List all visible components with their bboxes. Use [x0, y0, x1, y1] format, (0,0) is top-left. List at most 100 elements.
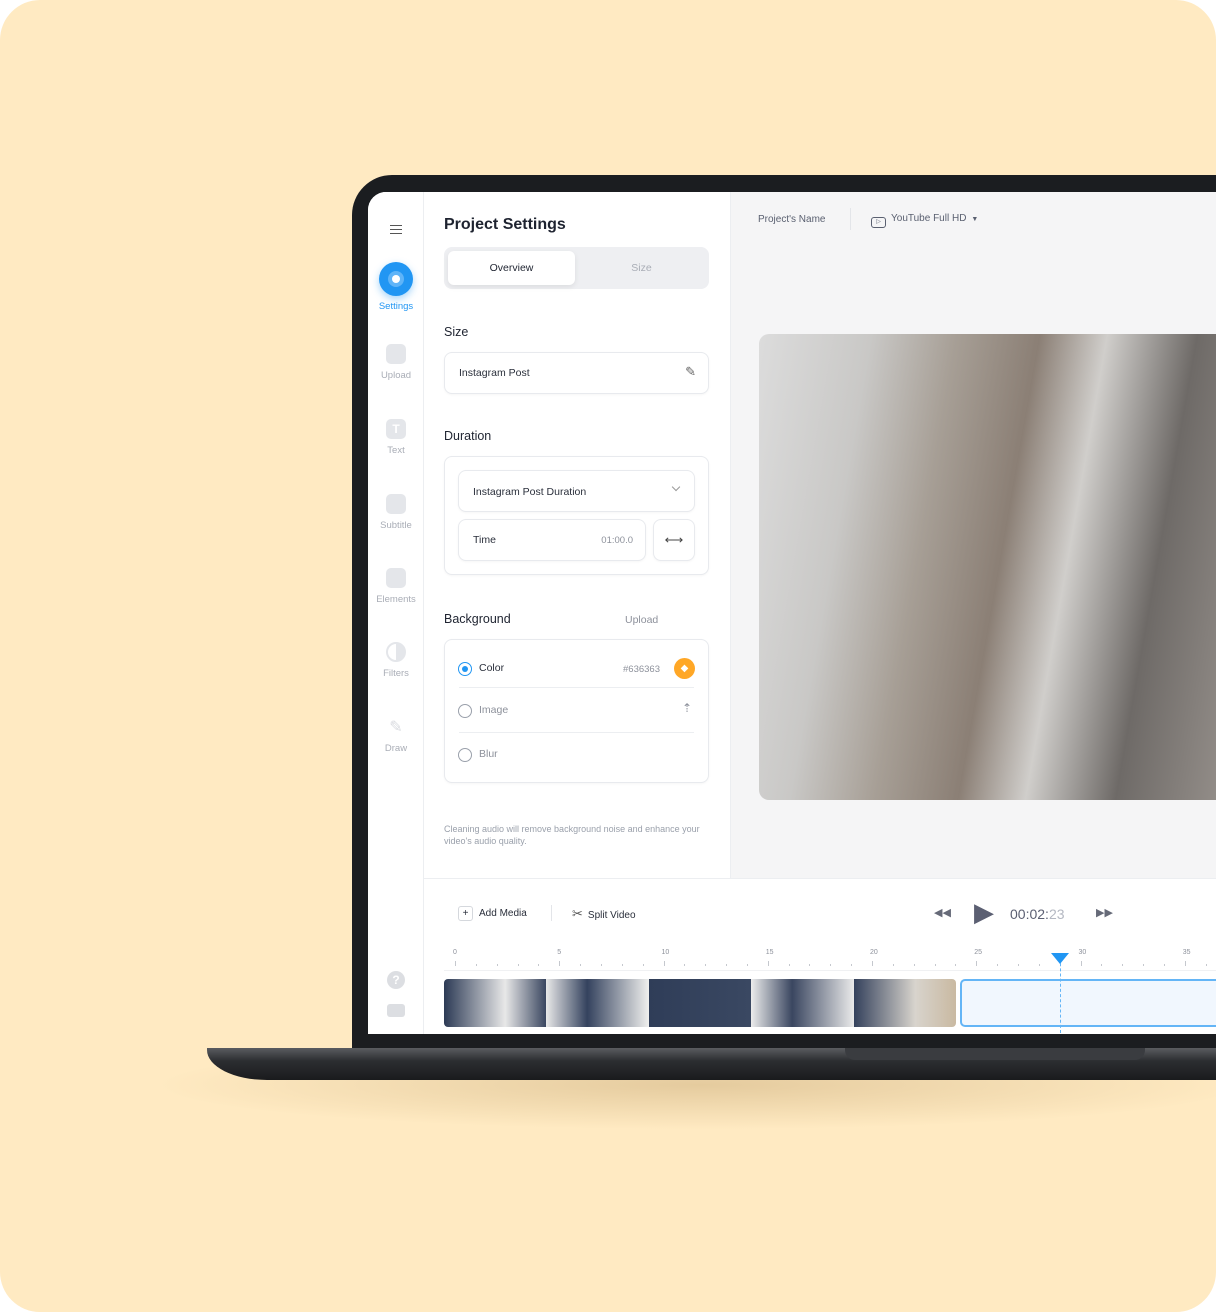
tick-mark	[726, 964, 728, 966]
option-color[interactable]: Color #636363 ◆	[445, 640, 708, 686]
timeline-ruler[interactable]: 0 5 10 15 20 25 30 35	[444, 949, 1216, 971]
page-title: Project Settings	[444, 216, 566, 233]
option-image[interactable]: Image ⇡	[445, 688, 708, 732]
pencil-icon: ✎	[389, 719, 403, 736]
tick-mark	[496, 964, 498, 966]
sidebar: Settings Upload T Text Subtitle Elements …	[368, 192, 424, 1034]
project-name[interactable]: Project's Name	[758, 214, 826, 225]
tick-mark	[621, 964, 623, 966]
gear-icon	[379, 262, 413, 296]
duration-heading: Duration	[444, 429, 492, 443]
empty-clip-slot[interactable]	[960, 979, 1216, 1027]
tick-mark	[663, 961, 665, 966]
option-label: Image	[479, 704, 509, 716]
sidebar-item-elements[interactable]: Elements	[368, 568, 424, 605]
tick-label: 15	[765, 949, 774, 956]
sidebar-item-filters[interactable]: Filters	[368, 642, 424, 679]
tick-mark	[1143, 964, 1145, 966]
page-background: Settings Upload T Text Subtitle Elements …	[0, 0, 1216, 1312]
audio-note: Cleaning audio will remove background no…	[444, 824, 700, 846]
menu-icon[interactable]	[390, 225, 402, 234]
fast-forward-icon[interactable]: ▶▶	[1096, 906, 1113, 919]
video-icon: ▷	[871, 217, 886, 228]
add-media-label: Add Media	[479, 908, 527, 919]
size-value: Instagram Post	[459, 367, 530, 379]
size-field[interactable]: Instagram Post ✎	[444, 352, 709, 394]
time-label: Time	[473, 534, 496, 546]
tick-mark	[872, 961, 873, 966]
tick-mark	[851, 964, 853, 966]
tick-mark	[892, 964, 894, 966]
image-icon	[386, 344, 406, 364]
settings-panel: Project Settings Overview Size Size Inst…	[424, 192, 730, 878]
tick-label: 10	[661, 949, 670, 956]
sidebar-item-draw[interactable]: ✎ Draw	[368, 717, 424, 754]
tick-mark	[1080, 961, 1082, 966]
option-label: Color	[479, 662, 505, 674]
background-options: Color #636363 ◆ Image ⇡ Blur	[444, 639, 709, 783]
rewind-icon[interactable]: ◀◀	[934, 906, 951, 919]
preview-area: Project's Name ▷ YouTube Full HD ▼	[730, 192, 1216, 878]
keyboard-icon[interactable]	[387, 1004, 405, 1017]
add-media-button[interactable]: + Add Media	[458, 906, 527, 921]
split-video-label: Split Video	[587, 910, 636, 921]
video-preview-image	[759, 334, 1216, 800]
sidebar-item-label: Filters	[383, 668, 409, 679]
option-label: Blur	[479, 748, 498, 760]
tick-mark	[746, 964, 748, 966]
settings-tabs: Overview Size	[444, 247, 709, 289]
tick-label: 0	[453, 949, 457, 956]
option-blur[interactable]: Blur	[445, 733, 708, 783]
split-video-button[interactable]: ✂ Split Video	[572, 906, 636, 922]
sidebar-item-subtitle[interactable]: Subtitle	[368, 494, 424, 531]
caret-down-icon: ▼	[971, 216, 979, 223]
text-icon: T	[386, 419, 406, 439]
scissors-icon: ✂	[572, 906, 583, 921]
tick-mark	[1101, 964, 1103, 966]
blur-radio[interactable]	[458, 748, 472, 762]
duration-card: Instagram Post Duration Time 01:00.0 ⟷	[444, 456, 709, 575]
tick-label: 20	[870, 949, 878, 956]
chevron-down-icon	[671, 482, 681, 492]
tab-overview[interactable]: Overview	[448, 251, 575, 285]
laptop-notch	[845, 1048, 1145, 1060]
tick-mark	[705, 964, 707, 966]
color-radio[interactable]	[458, 662, 472, 676]
tick-mark	[517, 964, 519, 966]
playhead[interactable]	[1050, 953, 1069, 1033]
tick-mark	[600, 964, 602, 966]
sidebar-item-text[interactable]: T Text	[368, 419, 424, 456]
tick-mark	[475, 964, 477, 966]
tick-mark	[976, 961, 978, 966]
sidebar-item-upload[interactable]: Upload	[368, 344, 424, 381]
pencil-icon[interactable]: ✎	[685, 364, 696, 380]
filter-icon	[386, 642, 406, 662]
clip-thumbnails[interactable]	[444, 979, 956, 1027]
playhead-marker-icon	[1050, 953, 1069, 964]
sidebar-item-label: Text	[387, 445, 405, 456]
tab-size[interactable]: Size	[578, 251, 705, 285]
tick-mark	[1122, 964, 1124, 966]
swap-button[interactable]: ⟷	[653, 519, 695, 561]
sticker-icon	[386, 568, 406, 588]
tick-mark	[809, 964, 811, 966]
tick-mark	[997, 964, 999, 966]
help-icon[interactable]: ?	[387, 971, 405, 989]
upload-link[interactable]: Upload	[625, 614, 658, 626]
tick-mark	[580, 964, 582, 966]
time-field[interactable]: Time 01:00.0	[458, 519, 646, 561]
cloud-upload-icon[interactable]: ⇡	[682, 701, 692, 715]
tick-mark	[788, 964, 790, 966]
sidebar-item-label: Settings	[378, 301, 414, 312]
image-radio[interactable]	[458, 704, 472, 718]
arrows-horizontal-icon: ⟷	[664, 532, 684, 547]
tick-mark	[1038, 964, 1040, 966]
timeline: + Add Media ✂ Split Video ◀◀ ▶ 00:02:23 ▶▶…	[424, 878, 1216, 1034]
format-dropdown[interactable]: ▷ YouTube Full HD ▼	[871, 213, 978, 228]
color-value: #636363	[623, 664, 660, 675]
play-icon[interactable]: ▶	[974, 897, 994, 928]
paint-bucket-icon[interactable]: ◆	[674, 658, 695, 679]
duration-select[interactable]: Instagram Post Duration	[458, 470, 695, 512]
tick-mark	[767, 961, 769, 966]
sidebar-item-settings[interactable]: Settings	[368, 262, 424, 312]
